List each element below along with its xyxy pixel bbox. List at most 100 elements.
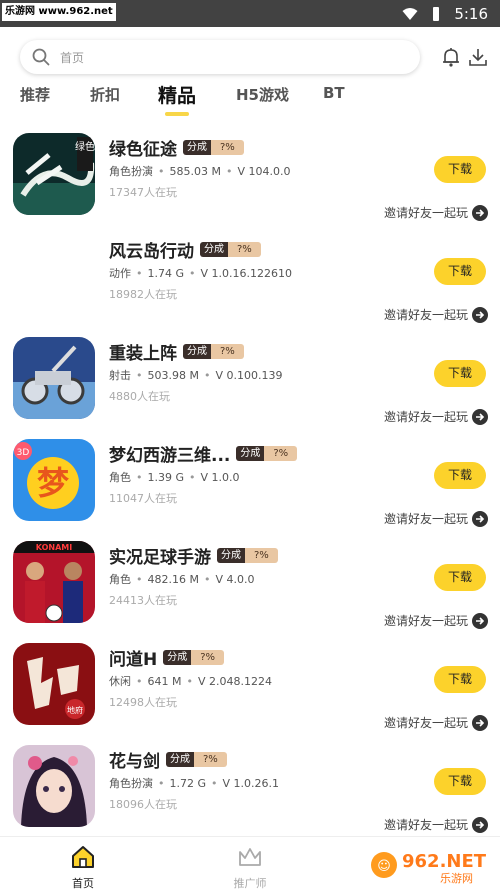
game-icon bbox=[13, 235, 95, 317]
game-category: 角色扮演 bbox=[109, 777, 153, 790]
game-list-item[interactable]: KONAMI 实况足球手游 分成?% 角色 • 482.16 M • V 4.0.0 2… bbox=[0, 541, 500, 643]
game-version: V 1.0.0 bbox=[200, 471, 240, 484]
invite-friends-link[interactable]: 邀请好友一起玩 bbox=[384, 714, 488, 731]
search-row: 首页 bbox=[0, 40, 500, 76]
game-player-count: 11047人在玩 bbox=[109, 492, 177, 505]
game-icon-text: 绿色 bbox=[75, 140, 95, 153]
download-button[interactable]: 下载 bbox=[434, 768, 486, 795]
game-icon-text: 地府 bbox=[67, 705, 83, 715]
game-size: 482.16 M bbox=[147, 573, 199, 586]
revenue-share-tag: 分成?% bbox=[200, 242, 261, 257]
game-player-count: 18096人在玩 bbox=[109, 798, 177, 811]
game-player-count: 17347人在玩 bbox=[109, 186, 177, 199]
game-list-item[interactable]: 地府 问道H 分成?% 休闲 • 641 M • V 2.048.1224 12498人… bbox=[0, 643, 500, 745]
game-icon: 梦 3D bbox=[13, 439, 95, 521]
game-version: V 4.0.0 bbox=[215, 573, 255, 586]
game-player-count: 12498人在玩 bbox=[109, 696, 177, 709]
game-category: 角色扮演 bbox=[109, 165, 153, 178]
wifi-icon bbox=[402, 7, 418, 20]
tab-boutique[interactable]: 精品 bbox=[158, 81, 196, 108]
download-button[interactable]: 下载 bbox=[434, 156, 486, 183]
game-title: 重装上阵 bbox=[109, 344, 177, 364]
home-icon bbox=[72, 846, 94, 868]
download-button[interactable]: 下载 bbox=[434, 564, 486, 591]
download-button[interactable]: 下载 bbox=[434, 258, 486, 285]
game-meta: 角色扮演 • 585.03 M • V 104.0.0 bbox=[109, 165, 291, 178]
game-title: 绿色征途 bbox=[109, 140, 177, 160]
tab-h5-games[interactable]: H5游戏 bbox=[236, 84, 289, 105]
game-meta: 角色扮演 • 1.72 G • V 1.0.26.1 bbox=[109, 777, 280, 790]
game-player-count: 24413人在玩 bbox=[109, 594, 177, 607]
revenue-share-tag: 分成?% bbox=[236, 446, 298, 461]
game-icon bbox=[13, 337, 95, 419]
invite-friends-link[interactable]: 邀请好友一起玩 bbox=[384, 816, 488, 833]
game-list-item[interactable]: 重装上阵 分成?% 射击 • 503.98 M • V 0.100.139 4880人在… bbox=[0, 337, 500, 439]
revenue-share-tag: 分成?% bbox=[166, 752, 227, 767]
game-size: 585.03 M bbox=[169, 165, 221, 178]
arrow-right-circle-icon bbox=[472, 306, 488, 323]
game-category: 角色 bbox=[109, 471, 131, 484]
arrow-right-circle-icon bbox=[472, 714, 488, 731]
download-button[interactable]: 下载 bbox=[434, 360, 486, 387]
game-list-item[interactable]: 花与剑 分成?% 角色扮演 • 1.72 G • V 1.0.26.1 18096人在玩… bbox=[0, 745, 500, 847]
game-size: 1.72 G bbox=[169, 777, 207, 790]
game-list-item[interactable]: 绿色 绿色征途 分成?% 角色扮演 • 585.03 M • V 104.0.0 173… bbox=[0, 133, 500, 235]
status-bar: 乐游网 www.962.net 5:16 bbox=[0, 0, 500, 27]
game-category: 射击 bbox=[109, 369, 131, 382]
revenue-share-tag: 分成?% bbox=[183, 140, 244, 155]
invite-friends-link[interactable]: 邀请好友一起玩 bbox=[384, 306, 488, 323]
game-category: 动作 bbox=[109, 267, 131, 280]
category-tabs: 推荐 折扣 精品 H5游戏 BT bbox=[0, 81, 500, 116]
game-meta: 动作 • 1.74 G • V 1.0.16.122610 bbox=[109, 267, 293, 280]
search-input[interactable]: 首页 bbox=[20, 40, 420, 74]
crown-icon bbox=[239, 848, 261, 866]
nav-promoter[interactable]: 推广师 bbox=[220, 845, 280, 889]
game-category: 角色 bbox=[109, 573, 131, 586]
game-list-item[interactable]: 风云岛行动 分成?% 动作 • 1.74 G • V 1.0.16.122610 189… bbox=[0, 235, 500, 337]
game-meta: 休闲 • 641 M • V 2.048.1224 bbox=[109, 675, 272, 688]
game-meta: 角色 • 482.16 M • V 4.0.0 bbox=[109, 573, 255, 586]
game-icon: 地府 bbox=[13, 643, 95, 725]
game-meta: 射击 • 503.98 M • V 0.100.139 bbox=[109, 369, 283, 382]
invite-friends-link[interactable]: 邀请好友一起玩 bbox=[384, 612, 488, 629]
arrow-right-circle-icon bbox=[472, 510, 488, 527]
download-button[interactable]: 下载 bbox=[434, 666, 486, 693]
svg-text:☺: ☺ bbox=[377, 859, 391, 874]
game-title: 花与剑 bbox=[109, 752, 160, 772]
revenue-share-tag: 分成?% bbox=[163, 650, 225, 665]
game-category: 休闲 bbox=[109, 675, 131, 688]
tab-discount[interactable]: 折扣 bbox=[90, 84, 120, 105]
status-time: 5:16 bbox=[454, 4, 488, 23]
arrow-right-circle-icon bbox=[472, 816, 488, 833]
download-icon[interactable] bbox=[467, 46, 489, 68]
arrow-right-circle-icon bbox=[472, 612, 488, 629]
game-player-count: 18982人在玩 bbox=[109, 288, 177, 301]
invite-friends-link[interactable]: 邀请好友一起玩 bbox=[384, 204, 488, 221]
nav-promoter-label: 推广师 bbox=[233, 877, 267, 889]
download-button[interactable]: 下载 bbox=[434, 462, 486, 489]
bell-icon[interactable] bbox=[440, 46, 462, 68]
battery-icon bbox=[433, 6, 440, 21]
game-list-item[interactable]: 梦 3D 梦幻西游三维... 分成?% 角色 • 1.39 G • V 1.0.0 110… bbox=[0, 439, 500, 541]
game-size: 641 M bbox=[147, 675, 182, 688]
tab-bt[interactable]: BT bbox=[323, 84, 345, 102]
game-size: 503.98 M bbox=[147, 369, 199, 382]
arrow-right-circle-icon bbox=[472, 408, 488, 425]
invite-friends-link[interactable]: 邀请好友一起玩 bbox=[384, 510, 488, 527]
game-size: 1.39 G bbox=[147, 471, 185, 484]
game-version: V 0.100.139 bbox=[215, 369, 283, 382]
game-version: V 1.0.26.1 bbox=[222, 777, 280, 790]
search-placeholder: 首页 bbox=[60, 50, 85, 65]
nav-home-label: 首页 bbox=[72, 877, 94, 889]
svg-text:梦: 梦 bbox=[37, 464, 69, 502]
game-player-count: 4880人在玩 bbox=[109, 390, 170, 403]
game-icon-text: KONAMI bbox=[36, 543, 72, 552]
site-logo-watermark: ☺ 962.NET 乐游网 bbox=[371, 851, 487, 885]
site-watermark: 乐游网 www.962.net bbox=[2, 3, 116, 21]
game-icon: 绿色 bbox=[13, 133, 95, 215]
arrow-right-circle-icon bbox=[472, 204, 488, 221]
tab-recommended[interactable]: 推荐 bbox=[20, 84, 50, 105]
nav-home[interactable]: 首页 bbox=[53, 845, 113, 889]
invite-friends-link[interactable]: 邀请好友一起玩 bbox=[384, 408, 488, 425]
revenue-share-tag: 分成?% bbox=[217, 548, 278, 563]
